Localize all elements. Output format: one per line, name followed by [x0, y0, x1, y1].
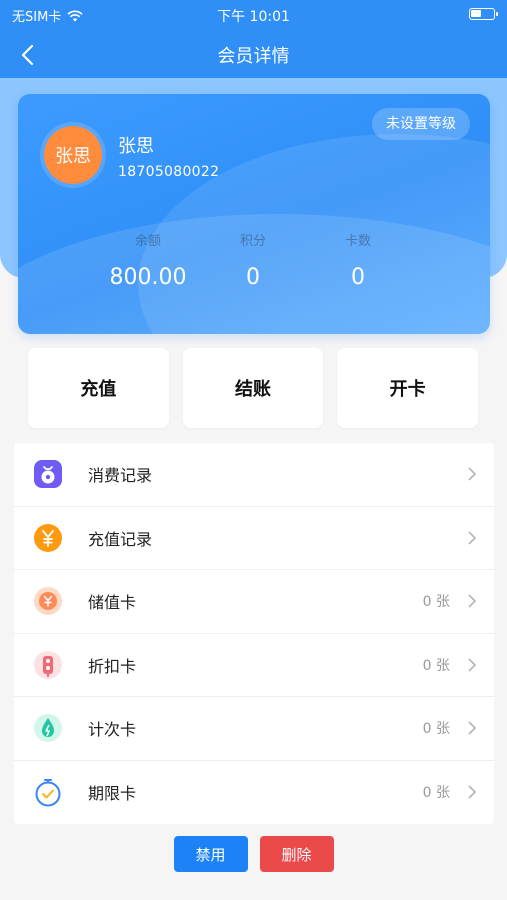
menu-list: 消费记录 充值记录 储值卡 0 张 折扣卡 0 张 计次卡 0 张 期限卡 0 …: [14, 443, 494, 824]
chevron-right-icon: [468, 658, 477, 672]
action-buttons: 充值 结账 开卡: [28, 348, 479, 428]
discount-icon: [32, 649, 64, 681]
level-badge[interactable]: 未设置等级: [372, 108, 470, 140]
chevron-right-icon: [468, 531, 477, 545]
menu-item-count-card[interactable]: 计次卡 0 张: [14, 697, 494, 761]
chevron-right-icon: [468, 467, 477, 481]
menu-item-stored-value-card[interactable]: 储值卡 0 张: [14, 570, 494, 634]
status-time: 下午 10:01: [217, 9, 290, 25]
menu-item-recharge-records[interactable]: 充值记录: [14, 507, 494, 570]
menu-item-term-card[interactable]: 期限卡 0 张: [14, 761, 494, 825]
menu-label: 计次卡: [88, 720, 137, 740]
stat-value: 0: [246, 265, 260, 290]
menu-label: 消费记录: [88, 466, 153, 486]
menu-item-discount-card[interactable]: 折扣卡 0 张: [14, 634, 494, 697]
stat-label: 余额: [134, 234, 161, 249]
stat-label: 卡数: [344, 234, 371, 249]
money-bag-icon: [32, 458, 64, 490]
member-name: 张思: [118, 136, 154, 157]
card-count: 0 张: [422, 785, 450, 802]
menu-label: 储值卡: [88, 593, 137, 613]
checkout-button[interactable]: 结账: [182, 348, 324, 428]
avatar: 张思: [44, 126, 102, 184]
timer-icon: [32, 776, 64, 808]
menu-label: 期限卡: [88, 784, 137, 804]
member-card: 张思 张思 18705080022 未设置等级 余额 800.00 积分 0 卡…: [18, 94, 490, 334]
yen-coin-icon: [32, 522, 64, 554]
menu-item-consumption-records[interactable]: 消费记录: [14, 443, 494, 507]
stat-value: 800.00: [109, 265, 187, 290]
bottom-actions: 禁用 删除: [0, 836, 507, 872]
card-count: 0 张: [422, 721, 450, 738]
card-count: 0 张: [422, 657, 450, 674]
status-bar: 无SIM卡 下午 10:01: [0, 0, 507, 30]
stat-value: 0: [351, 265, 365, 290]
page-title: 会员详情: [217, 46, 290, 67]
nav-bar: 会员详情: [0, 30, 507, 78]
chevron-right-icon: [468, 785, 477, 799]
open-card-button[interactable]: 开卡: [337, 348, 479, 428]
chevron-right-icon: [468, 721, 477, 735]
disable-button[interactable]: 禁用: [173, 836, 248, 872]
battery-icon: [469, 8, 498, 20]
menu-label: 折扣卡: [88, 656, 137, 676]
stat-label: 积分: [239, 234, 266, 249]
stat-points: 积分 0: [193, 230, 313, 290]
card-count: 0 张: [422, 594, 450, 611]
recharge-button[interactable]: 充值: [28, 348, 169, 428]
chevron-right-icon: [468, 594, 477, 608]
member-phone: 18705080022: [118, 164, 220, 180]
stored-value-icon: [32, 585, 64, 617]
count-card-icon: [32, 712, 64, 744]
menu-label: 充值记录: [88, 529, 153, 549]
stat-cards: 卡数 0: [298, 230, 418, 290]
stat-balance: 余额 800.00: [88, 230, 208, 290]
delete-button[interactable]: 删除: [259, 836, 334, 872]
